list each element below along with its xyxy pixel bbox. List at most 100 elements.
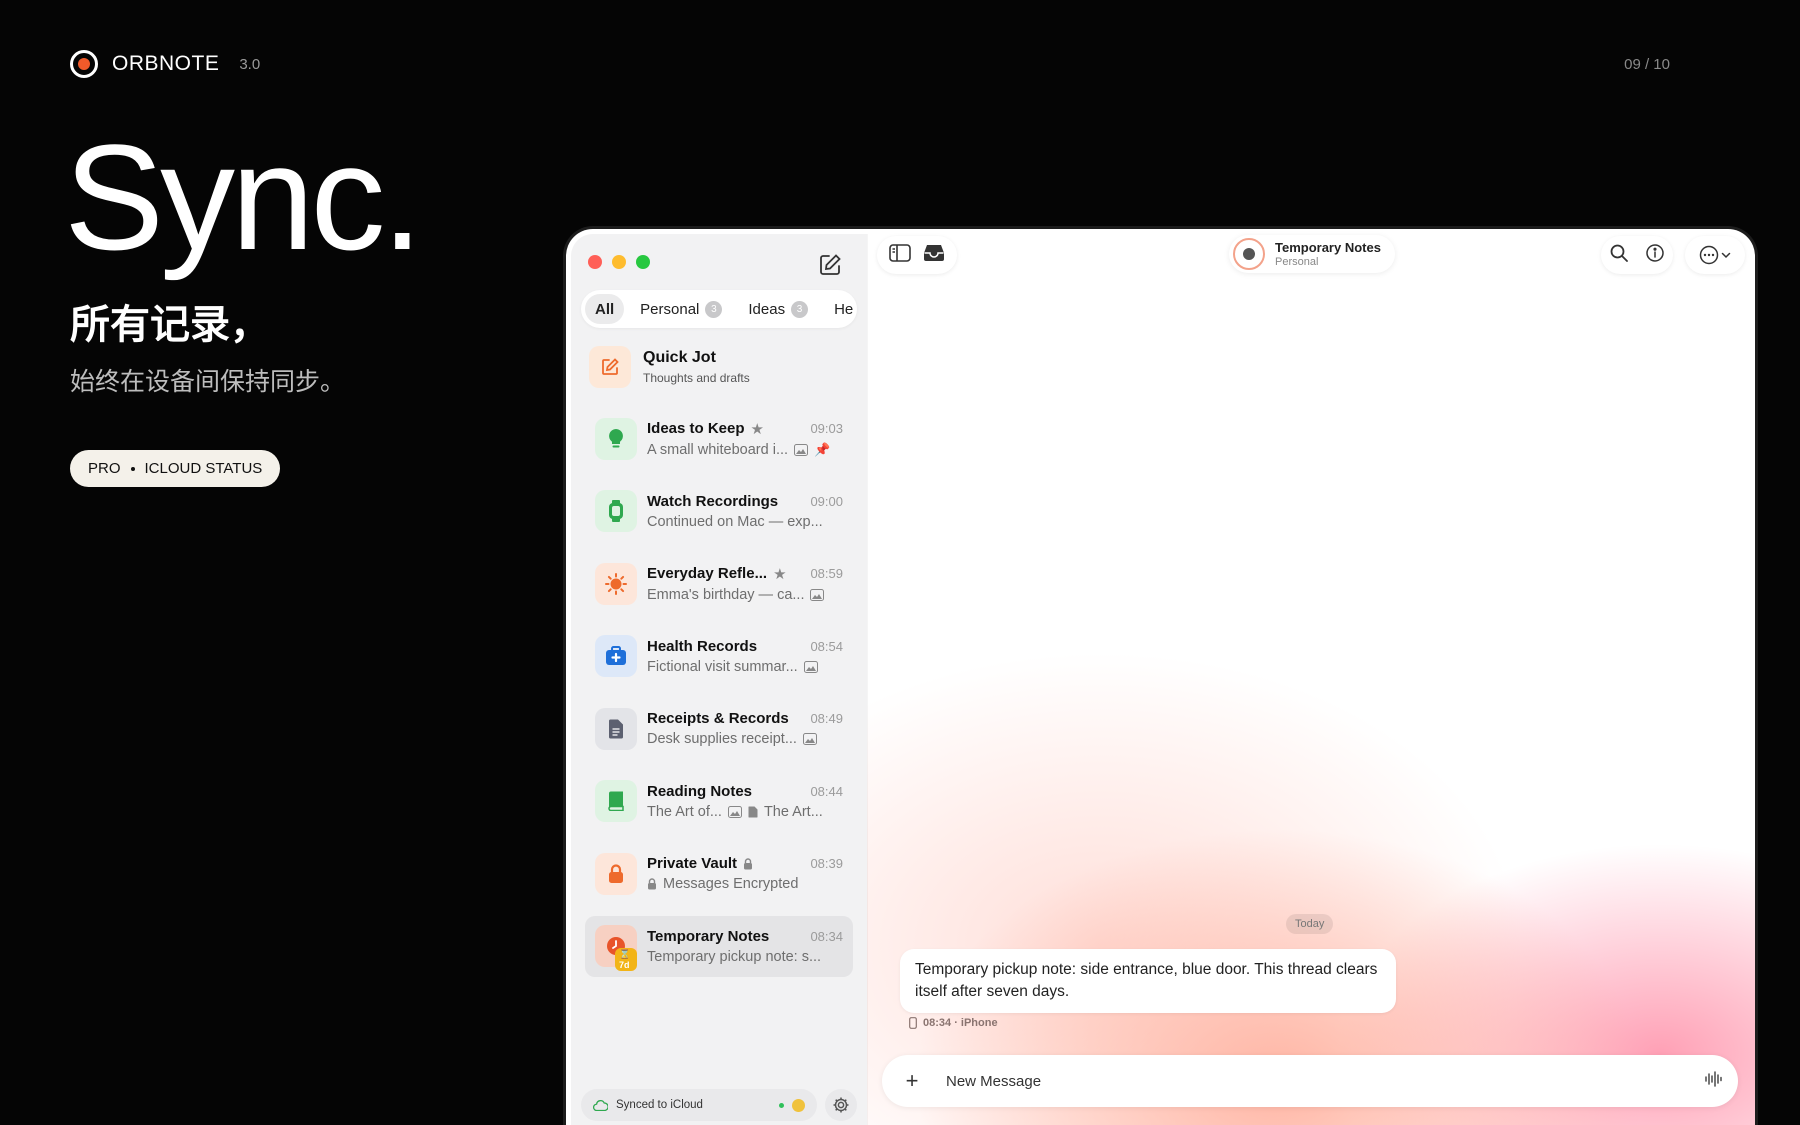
cloud-icon (593, 1099, 608, 1111)
app-window: All Personal 3 Ideas 3 He Quick Jot Thou… (563, 226, 1758, 1125)
sidebar-toggle-icon[interactable] (889, 243, 911, 267)
chevron-down-icon (1721, 252, 1731, 259)
lock-icon (595, 852, 637, 895)
note-preview: Desk supplies receipt... (647, 731, 797, 747)
message-input[interactable] (946, 1072, 1704, 1090)
minimize-window-button[interactable] (612, 255, 626, 269)
note-title: Reading Notes (647, 782, 753, 800)
medical-kit-icon (595, 635, 637, 677)
pill-icloud-label: ICLOUD STATUS (144, 460, 263, 477)
quick-jot-icon (589, 346, 631, 388)
pro-status-pill: PRO ICLOUD STATUS (70, 450, 281, 487)
more-options-button[interactable] (1685, 236, 1745, 274)
sync-status-label: Synced to iCloud (616, 1099, 703, 1111)
list-item[interactable]: Receipts & Records 08:49 Desk supplies r… (585, 698, 853, 759)
conversation-avatar-icon (1233, 238, 1265, 270)
list-item[interactable]: ⌛7d Temporary Notes 08:34 Temporary pick… (585, 915, 853, 977)
hero-subtitle-secondary: 始终在设备间保持同步。 (70, 367, 346, 396)
document-icon (595, 707, 637, 750)
hero-title: Sync. (64, 113, 423, 281)
note-preview: The Art of... (647, 803, 722, 820)
tab-label: He (834, 300, 854, 318)
note-preview: Temporary pickup note: s... (647, 948, 822, 965)
conversation-header[interactable]: Temporary Notes Personal (1229, 235, 1395, 273)
note-title: Private Vault (647, 855, 738, 872)
toolbar-right (1601, 236, 1673, 274)
zoom-window-button[interactable] (636, 255, 650, 269)
close-window-button[interactable] (588, 255, 602, 269)
sidebar: All Personal 3 Ideas 3 He Quick Jot Thou… (571, 234, 867, 1125)
note-preview: Fictional visit summar... (647, 658, 798, 675)
message-timestamp: 08:34 · iPhone (923, 1017, 998, 1029)
note-time: 08:39 (810, 856, 843, 871)
note-time: 08:44 (810, 783, 843, 799)
info-icon[interactable] (1646, 243, 1664, 267)
quick-jot-title: Quick Jot (643, 349, 716, 366)
note-preview: Emma's birthday — ca... (647, 586, 805, 603)
lightbulb-icon (595, 417, 637, 460)
tab-health[interactable]: He (824, 294, 857, 324)
search-icon[interactable] (1610, 244, 1628, 267)
note-title: Health Records (647, 637, 758, 655)
category-tabs: All Personal 3 Ideas 3 He (581, 290, 857, 328)
inbox-icon[interactable] (923, 244, 945, 267)
user-avatar (792, 1098, 805, 1112)
small-lock-icon (648, 878, 656, 890)
list-item[interactable]: Private Vault 08:39 Messages Encrypted (585, 843, 853, 904)
list-item[interactable]: Health Records 08:54 Fictional visit sum… (585, 626, 853, 687)
tab-label: Ideas (748, 300, 786, 318)
list-item[interactable]: Everyday Refle... ★ 08:59 Emma's birthday… (585, 553, 853, 614)
note-preview-secondary: The Art... (763, 803, 823, 820)
sun-icon (595, 562, 637, 605)
day-separator: Today (1286, 914, 1334, 934)
notes-list: Ideas to Keep ★ 09:03 A small whiteboard … (585, 408, 853, 988)
message-meta: 08:34 · iPhone (909, 1017, 998, 1029)
note-preview: Continued on Mac — exp... (647, 513, 823, 530)
note-title: Watch Recordings (647, 492, 779, 510)
list-item[interactable]: Reading Notes 08:44 The Art of... The Ar… (585, 771, 853, 832)
star-icon: ★ (773, 565, 787, 583)
note-title: Ideas to Keep (647, 420, 745, 437)
phone-icon (909, 1017, 917, 1029)
book-icon (595, 780, 637, 822)
sync-status-bar[interactable]: Synced to iCloud (581, 1089, 817, 1121)
orbnote-logo-icon (70, 50, 98, 78)
list-item[interactable]: Ideas to Keep ★ 09:03 A small whiteboard … (585, 408, 853, 469)
tab-ideas[interactable]: Ideas 3 (738, 294, 818, 324)
document-small-icon (748, 806, 758, 817)
note-title: Everyday Refle... (647, 565, 768, 582)
note-time: 08:34 (810, 928, 843, 944)
tab-count-badge: 3 (791, 300, 809, 318)
tab-label: All (595, 300, 615, 318)
conversation-subtitle: Personal (1275, 256, 1319, 268)
tab-all[interactable]: All (585, 294, 625, 324)
voice-waveform-icon[interactable] (1704, 1070, 1722, 1093)
online-indicator (779, 1102, 784, 1108)
compose-icon[interactable] (817, 252, 843, 278)
hero-subtitle-primary: 所有记录， (70, 302, 270, 348)
toolbar-left (877, 236, 957, 274)
note-time: 08:49 (810, 711, 843, 726)
conversation-title: Temporary Notes (1275, 240, 1381, 255)
image-icon (794, 443, 809, 456)
image-icon (810, 588, 825, 601)
note-preview: Messages Encrypted (663, 876, 799, 892)
gear-icon[interactable] (825, 1089, 857, 1121)
tab-count-badge: 3 (705, 300, 723, 318)
timer-icon: ⌛7d (595, 925, 637, 971)
note-time: 09:03 (810, 421, 843, 436)
note-time: 09:00 (810, 493, 843, 509)
tab-label: Personal (640, 300, 700, 318)
pin-icon: 📌 (814, 441, 831, 457)
list-item[interactable]: Watch Recordings 09:00 Continued on Mac … (585, 481, 853, 542)
brand: ORBNOTE 3.0 (70, 50, 260, 78)
expiry-badge: ⌛7d (615, 948, 637, 971)
window-controls (588, 255, 650, 269)
note-title: Receipts & Records (647, 710, 789, 727)
note-time: 08:59 (810, 566, 843, 581)
plus-icon[interactable]: + (898, 1068, 926, 1094)
quick-jot-item[interactable]: Quick Jot Thoughts and drafts (589, 346, 750, 388)
tab-personal[interactable]: Personal 3 (630, 294, 732, 324)
message-bubble[interactable]: Temporary pickup note: side entrance, bl… (900, 949, 1396, 1013)
watch-icon (595, 490, 637, 532)
